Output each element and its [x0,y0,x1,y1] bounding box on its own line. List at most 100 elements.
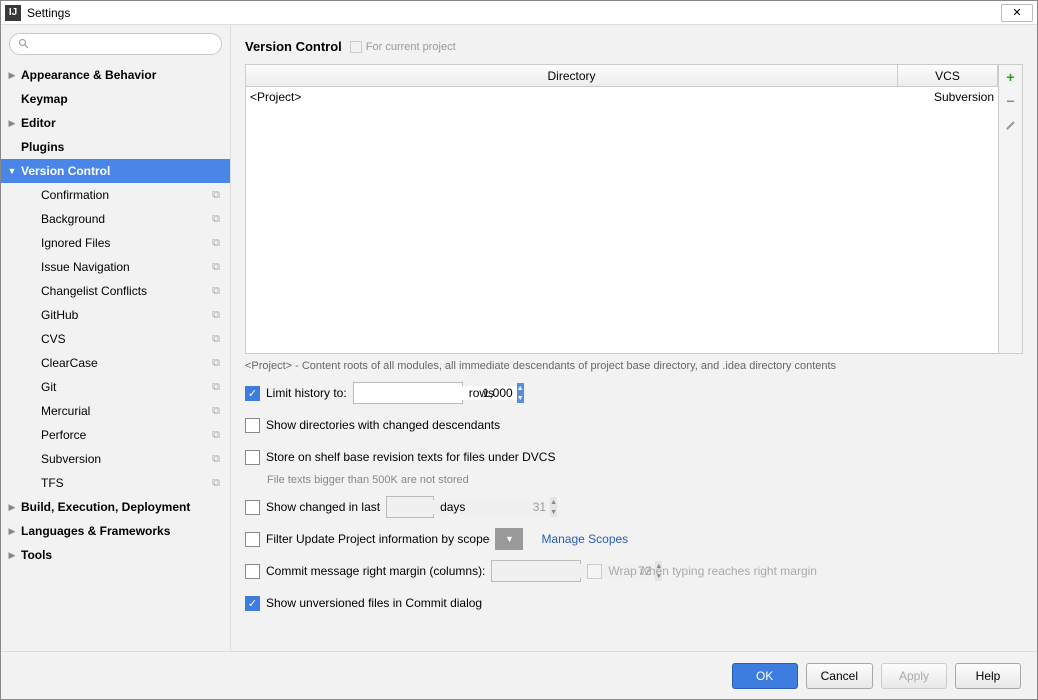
sidebar-item-label: Build, Execution, Deployment [21,500,222,514]
project-scope-icon: ⧉ [212,381,220,394]
show-unversioned-checkbox[interactable]: ✓ [245,596,260,611]
project-scope-icon: ⧉ [212,261,220,274]
store-shelf-label: Store on shelf base revision texts for f… [266,450,555,464]
manage-scopes-link[interactable]: Manage Scopes [541,532,628,546]
page-title: Version Control [245,39,342,54]
options-panel: ✓ Limit history to: ▲▼ rows Show directo… [245,382,1023,614]
sidebar-item-clearcase[interactable]: ClearCase⧉ [1,351,230,375]
sidebar-item-editor[interactable]: ▶ Editor [1,111,230,135]
show-unversioned-label: Show unversioned files in Commit dialog [266,596,482,610]
opt-show-dirs: Show directories with changed descendant… [245,414,1023,436]
edit-vcs-button[interactable] [1003,117,1019,133]
apply-button: Apply [881,663,947,689]
sidebar-item-background[interactable]: Background⧉ [1,207,230,231]
vcs-description: <Project> - Content roots of all modules… [245,354,1023,382]
sidebar-item-subversion[interactable]: Subversion⧉ [1,447,230,471]
sidebar-item-label: Ignored Files [41,236,222,250]
sidebar-item-keymap[interactable]: Keymap [1,87,230,111]
project-scope-icon: ⧉ [212,189,220,202]
vcs-table-wrap: Directory VCS <Project>Subversion + − [245,64,1023,354]
sidebar-item-tools[interactable]: ▶Tools [1,543,230,567]
sidebar-item-appearance-behavior[interactable]: ▶ Appearance & Behavior [1,63,230,87]
sidebar-item-tfs[interactable]: TFS⧉ [1,471,230,495]
filter-scope-label: Filter Update Project information by sco… [266,532,489,546]
sidebar: ▶ Appearance & Behavior Keymap ▶ Editor Plugi… [1,25,231,651]
remove-vcs-button[interactable]: − [1003,93,1019,109]
project-scope-icon: ⧉ [212,333,220,346]
opt-show-changed: Show changed in last ▲▼ days [245,496,1023,518]
vcs-table-body[interactable]: <Project>Subversion [246,87,998,353]
sidebar-item-label: Editor [21,116,222,130]
sidebar-item-changelist-conflicts[interactable]: Changelist Conflicts⧉ [1,279,230,303]
sidebar-item-label: ClearCase [41,356,222,370]
show-changed-checkbox[interactable] [245,500,260,515]
sidebar-item-confirmation[interactable]: Confirmation⧉ [1,183,230,207]
add-vcs-button[interactable]: + [1003,69,1019,85]
store-shelf-checkbox[interactable] [245,450,260,465]
project-scope-icon: ⧉ [212,405,220,418]
sidebar-item-issue-navigation[interactable]: Issue Navigation⧉ [1,255,230,279]
vcs-table-header: Directory VCS [246,65,998,87]
wrap-margin-checkbox [587,564,602,579]
sidebar-item-git[interactable]: Git⧉ [1,375,230,399]
project-scope-icon: ⧉ [212,453,220,466]
chevron-right-icon[interactable]: ▶ [7,118,17,129]
col-directory[interactable]: Directory [246,65,898,86]
sidebar-item-ignored-files[interactable]: Ignored Files⧉ [1,231,230,255]
chevron-right-icon[interactable]: ▶ [7,526,17,537]
sidebar-item-cvs[interactable]: CVS⧉ [1,327,230,351]
commit-margin-checkbox[interactable] [245,564,260,579]
sidebar-item-label: Issue Navigation [41,260,222,274]
settings-window: IJ Settings ✕ ▶Appearance & BehaviorKeym… [0,0,1038,700]
show-dirs-checkbox[interactable] [245,418,260,433]
body: ▶ Appearance & Behavior Keymap ▶ Editor Plugi… [1,25,1037,651]
ok-button[interactable]: OK [732,663,798,689]
opt-limit-history: ✓ Limit history to: ▲▼ rows [245,382,1023,404]
sidebar-item-github[interactable]: GitHub⧉ [1,303,230,327]
limit-history-spinner[interactable]: ▲▼ [517,383,524,403]
chevron-right-icon[interactable]: ▶ [7,502,17,513]
commit-margin-input-wrap: ▲▼ [491,560,581,582]
show-changed-input-wrap: ▲▼ [386,496,434,518]
limit-history-checkbox[interactable]: ✓ [245,386,260,401]
chevron-down-icon[interactable]: ▼ [7,166,17,176]
sidebar-item-label: Subversion [41,452,222,466]
limit-history-label: Limit history to: [266,386,347,400]
sidebar-item-label: Plugins [21,140,222,154]
sidebar-item-languages-frameworks[interactable]: ▶ Languages & Frameworks [1,519,230,543]
search-input[interactable] [34,37,213,51]
sidebar-item-perforce[interactable]: Perforce⧉ [1,423,230,447]
scope-note: For current project [350,41,456,53]
vcs-toolbar: + − [998,65,1022,353]
cancel-button[interactable]: Cancel [806,663,873,689]
sidebar-item-label: GitHub [41,308,222,322]
chevron-right-icon[interactable]: ▶ [7,550,17,561]
sidebar-item-plugins[interactable]: Plugins [1,135,230,159]
show-changed-label: Show changed in last [266,500,380,514]
search-box[interactable] [9,33,222,55]
sidebar-item-label: Git [41,380,222,394]
sidebar-item-label: TFS [41,476,222,490]
chevron-right-icon[interactable]: ▶ [7,70,17,81]
project-scope-icon: ⧉ [212,213,220,226]
sidebar-item-label: Languages & Frameworks [21,524,222,538]
close-button[interactable]: ✕ [1001,4,1033,22]
opt-filter-scope: Filter Update Project information by sco… [245,528,1023,550]
filter-scope-checkbox[interactable] [245,532,260,547]
sidebar-item-label: Confirmation [41,188,222,202]
help-button[interactable]: Help [955,663,1021,689]
col-vcs[interactable]: VCS [898,65,998,86]
main-panel: Version Control For current project Dire… [231,25,1037,651]
sidebar-item-label: Appearance & Behavior [21,68,222,82]
opt-commit-margin: Commit message right margin (columns): ▲… [245,560,1023,582]
sidebar-item-label: Version Control [21,164,222,178]
sidebar-item-mercurial[interactable]: Mercurial⧉ [1,399,230,423]
show-changed-input [387,500,550,514]
search-icon [18,38,30,50]
sidebar-item-build-execution-deployment[interactable]: ▶ Build, Execution, Deployment [1,495,230,519]
filter-scope-dropdown[interactable]: ▼ [495,528,523,550]
sidebar-item-label: Changelist Conflicts [41,284,222,298]
vcs-row[interactable]: <Project>Subversion [246,87,998,107]
settings-tree: ▶ Appearance & Behavior Keymap ▶ Editor Plugi… [1,63,230,651]
sidebar-item-version-control[interactable]: ▼ Version Control [1,159,230,183]
